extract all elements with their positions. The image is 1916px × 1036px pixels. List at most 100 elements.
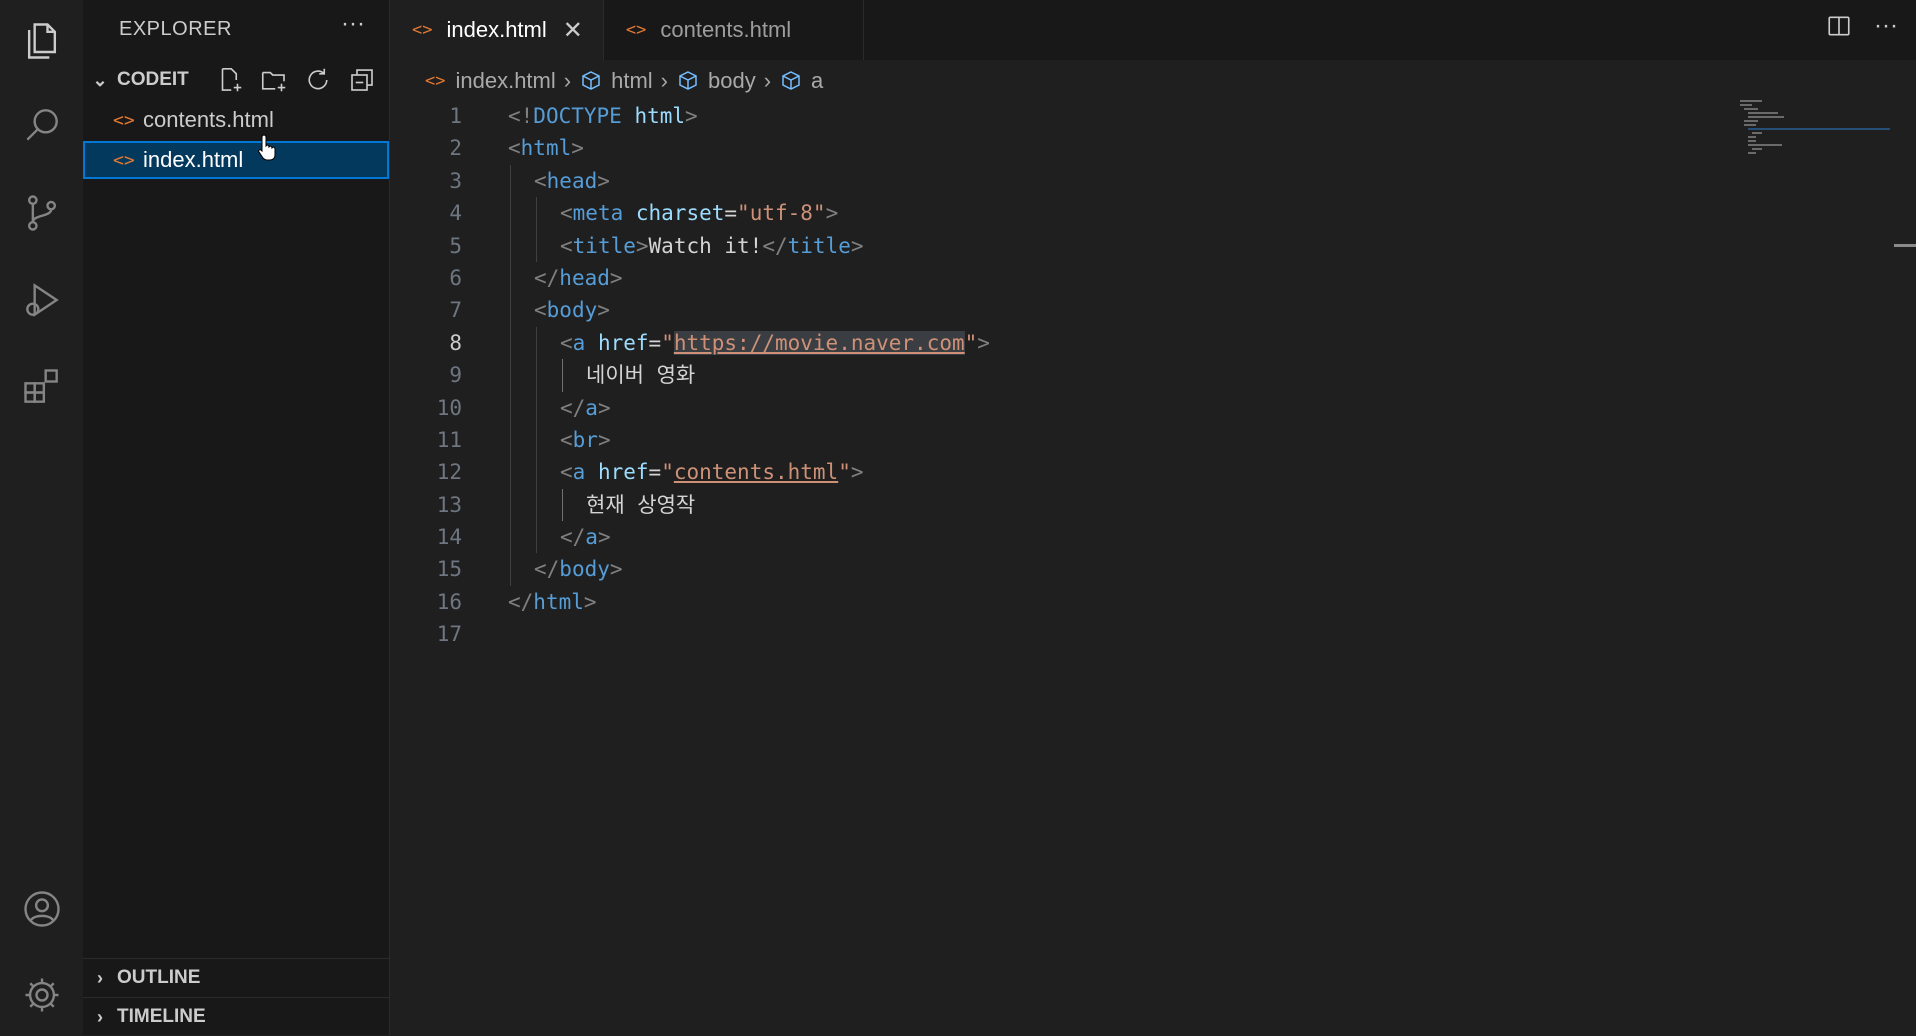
code-text: <body> xyxy=(534,294,610,326)
code-line[interactable]: 15 </body> xyxy=(390,553,1876,586)
tab-index-html[interactable]: <> index.html ✕ xyxy=(390,0,604,60)
chevron-right-icon: › xyxy=(660,68,668,93)
indent-guide xyxy=(510,359,511,392)
explorer-more-button[interactable]: ··· xyxy=(341,10,365,38)
code-token: </ xyxy=(534,265,560,290)
editor-more-button[interactable]: ··· xyxy=(1874,12,1898,40)
tab-contents-html[interactable]: <> contents.html xyxy=(603,0,864,60)
code-line[interactable]: 9 네이버 영화 xyxy=(390,359,1876,392)
code-token: " xyxy=(838,460,851,485)
folder-header-codeit[interactable]: ⌄ CODEIT xyxy=(83,61,389,99)
files-icon[interactable] xyxy=(0,6,83,76)
line-number: 11 xyxy=(436,427,462,452)
element-cube-icon xyxy=(782,71,800,90)
timeline-label: TIMELINE xyxy=(117,1006,206,1027)
code-token: DOCTYPE xyxy=(533,104,635,128)
extensions-icon[interactable] xyxy=(0,352,83,422)
line-number: 15 xyxy=(436,557,462,582)
code-token: > xyxy=(597,395,611,420)
code-line[interactable]: 8 <a href="https://movie.naver.com"> xyxy=(390,326,1876,360)
code-text: 네이버 영화 xyxy=(586,359,695,391)
breadcrumb-body[interactable]: body xyxy=(676,68,756,94)
indent-guide xyxy=(510,423,511,457)
code-line[interactable]: 5 <title>Watch it!</title> xyxy=(390,229,1876,262)
code-token: > xyxy=(597,298,610,323)
account-icon[interactable] xyxy=(0,874,83,944)
file-item-index[interactable]: <> index.html xyxy=(83,141,389,179)
code-token: html xyxy=(533,589,584,614)
breadcrumb-label: a xyxy=(811,68,824,93)
indent-guide xyxy=(510,553,511,586)
editor-tab-bar: <> index.html ✕ <> contents.html ··· xyxy=(390,0,1916,60)
chevron-right-icon: › xyxy=(563,68,572,93)
code-token: https://movie.naver.com xyxy=(673,330,965,355)
indent-guide xyxy=(562,488,563,522)
code-text: <a href="contents.html"> xyxy=(560,456,864,488)
code-token: > xyxy=(825,201,839,226)
split-editor-icon[interactable] xyxy=(1826,13,1852,39)
line-number: 12 xyxy=(436,460,462,485)
settings-gear-icon[interactable] xyxy=(0,960,83,1030)
code-line[interactable]: 2 <html> xyxy=(390,132,1876,164)
breadcrumb-file[interactable]: <> index.html xyxy=(425,68,556,94)
code-line[interactable]: 13 현재 상영작 xyxy=(390,488,1876,522)
code-text: <meta charset="utf-8"> xyxy=(560,197,838,229)
indent-guide xyxy=(536,423,537,457)
code-text: <a href="https://movie.naver.com"> xyxy=(560,327,990,359)
code-token: a xyxy=(572,330,598,355)
source-control-icon[interactable] xyxy=(0,178,83,248)
code-text: 현재 상영작 xyxy=(586,489,695,521)
code-token: "utf-8" xyxy=(737,201,826,226)
activity-bar xyxy=(0,0,84,1035)
code-line[interactable]: 4 <meta charset="utf-8"> xyxy=(390,197,1876,230)
code-line[interactable]: 17 xyxy=(390,618,1876,650)
indent-guide xyxy=(510,391,511,424)
code-token: > xyxy=(850,460,864,485)
breadcrumb-a[interactable]: a xyxy=(779,68,823,94)
code-line[interactable]: 1 <!DOCTYPE html> xyxy=(390,100,1876,132)
code-text: </a> xyxy=(560,392,611,424)
code-token: > xyxy=(571,136,584,161)
code-token: < xyxy=(560,460,573,485)
outline-section-header[interactable]: › OUTLINE xyxy=(83,958,389,997)
code-line[interactable]: 11 <br> xyxy=(390,423,1876,457)
line-number: 5 xyxy=(449,233,462,258)
code-line[interactable]: 12 <a href="contents.html"> xyxy=(390,456,1876,489)
timeline-section-header[interactable]: › TIMELINE xyxy=(83,997,389,1036)
code-token: br xyxy=(572,427,598,452)
minimap[interactable] xyxy=(1740,96,1890,156)
refresh-icon[interactable] xyxy=(303,65,333,95)
line-number: 13 xyxy=(436,492,462,517)
code-line[interactable]: 3 <head> xyxy=(390,164,1876,198)
code-token: < xyxy=(560,233,573,258)
code-line[interactable]: 14 </a> xyxy=(390,521,1876,554)
code-token: </ xyxy=(762,233,788,258)
new-folder-icon[interactable] xyxy=(259,65,289,95)
code-token: " xyxy=(661,330,674,355)
code-token: title xyxy=(572,233,636,258)
code-editor[interactable]: 1 <!DOCTYPE html> 2 <html> 3 <head> 4 <meta cha… xyxy=(390,100,1876,651)
outline-label: OUTLINE xyxy=(117,967,201,988)
file-item-contents[interactable]: <> contents.html xyxy=(83,101,389,139)
code-token: > xyxy=(635,233,649,258)
breadcrumb-html[interactable]: html xyxy=(579,68,653,94)
code-line[interactable]: 7 <body> xyxy=(390,294,1876,327)
scrollbar-position-marker[interactable] xyxy=(1894,244,1916,247)
indent-guide xyxy=(510,261,511,295)
line-number: 6 xyxy=(449,265,462,290)
code-line[interactable]: 16 </html> xyxy=(390,586,1876,618)
search-icon[interactable] xyxy=(0,90,83,160)
run-debug-icon[interactable] xyxy=(0,265,83,335)
file-name: contents.html xyxy=(143,107,274,132)
code-line[interactable]: 10 </a> xyxy=(390,391,1876,424)
code-token: > xyxy=(850,233,864,258)
collapse-all-icon[interactable] xyxy=(347,65,377,95)
html-file-icon: <> xyxy=(113,109,135,131)
close-icon[interactable]: ✕ xyxy=(563,16,583,45)
code-text: </body> xyxy=(534,553,623,585)
line-number: 16 xyxy=(436,589,462,614)
code-token: a xyxy=(585,395,598,420)
line-number: 1 xyxy=(449,104,462,128)
code-line[interactable]: 6 </head> xyxy=(390,261,1876,295)
new-file-icon[interactable] xyxy=(215,65,245,95)
